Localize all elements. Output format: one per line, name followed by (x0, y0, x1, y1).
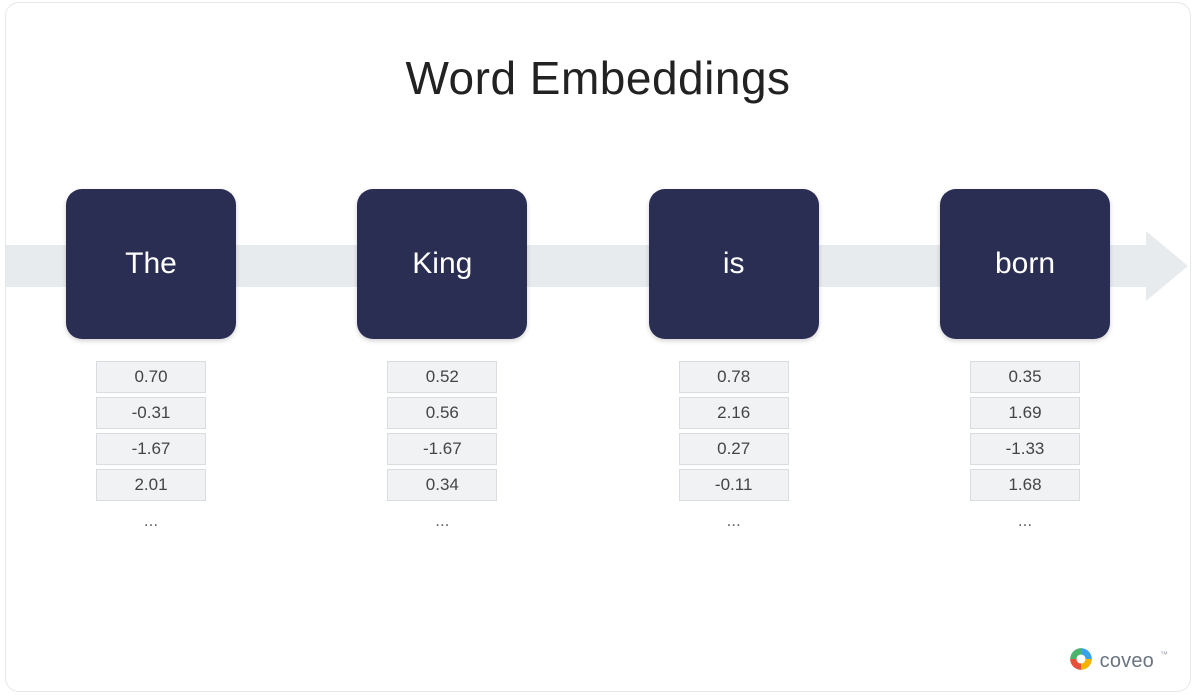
token-box: King (357, 189, 527, 339)
vector-cell: 0.27 (679, 433, 789, 465)
diagram-title: Word Embeddings (6, 51, 1190, 105)
token-word: The (125, 247, 177, 281)
token-box: born (940, 189, 1110, 339)
token-column: is 0.78 2.16 0.27 -0.11 ... (649, 189, 819, 541)
vector-cell: 0.78 (679, 361, 789, 393)
vector-cell: 0.35 (970, 361, 1080, 393)
token-column: King 0.52 0.56 -1.67 0.34 ... (357, 189, 527, 541)
embedding-vector: 0.70 -0.31 -1.67 2.01 ... (96, 361, 206, 541)
vector-cell: 0.52 (387, 361, 497, 393)
embedding-vector: 0.52 0.56 -1.67 0.34 ... (387, 361, 497, 541)
vector-ellipsis: ... (970, 505, 1080, 537)
diagram-card: Word Embeddings The 0.70 -0.31 -1.67 2.0… (5, 2, 1191, 692)
vector-cell: -0.31 (96, 397, 206, 429)
token-word: born (995, 247, 1055, 281)
token-box: is (649, 189, 819, 339)
vector-ellipsis: ... (96, 505, 206, 537)
vector-cell: 0.56 (387, 397, 497, 429)
token-column: The 0.70 -0.31 -1.67 2.01 ... (66, 189, 236, 541)
brand-tm: ™ (1160, 650, 1168, 659)
vector-cell: 0.34 (387, 469, 497, 501)
vector-cell: 2.01 (96, 469, 206, 501)
coveo-logo-icon (1068, 646, 1094, 677)
vector-cell: -0.11 (679, 469, 789, 501)
vector-cell: 1.69 (970, 397, 1080, 429)
vector-cell: -1.67 (387, 433, 497, 465)
vector-cell: 2.16 (679, 397, 789, 429)
vector-ellipsis: ... (387, 505, 497, 537)
vector-cell: 0.70 (96, 361, 206, 393)
vector-cell: 1.68 (970, 469, 1080, 501)
vector-cell: -1.67 (96, 433, 206, 465)
token-box: The (66, 189, 236, 339)
brand-name: coveo (1100, 650, 1154, 673)
embedding-vector: 0.35 1.69 -1.33 1.68 ... (970, 361, 1080, 541)
token-column: born 0.35 1.69 -1.33 1.68 ... (940, 189, 1110, 541)
vector-ellipsis: ... (679, 505, 789, 537)
token-word: is (723, 247, 745, 281)
arrow-head-icon (1146, 231, 1188, 301)
vector-cell: -1.33 (970, 433, 1080, 465)
token-row: The 0.70 -0.31 -1.67 2.01 ... King 0.52 … (66, 189, 1110, 541)
embedding-vector: 0.78 2.16 0.27 -0.11 ... (679, 361, 789, 541)
brand-logo: coveo ™ (1068, 646, 1168, 677)
token-word: King (412, 247, 472, 281)
